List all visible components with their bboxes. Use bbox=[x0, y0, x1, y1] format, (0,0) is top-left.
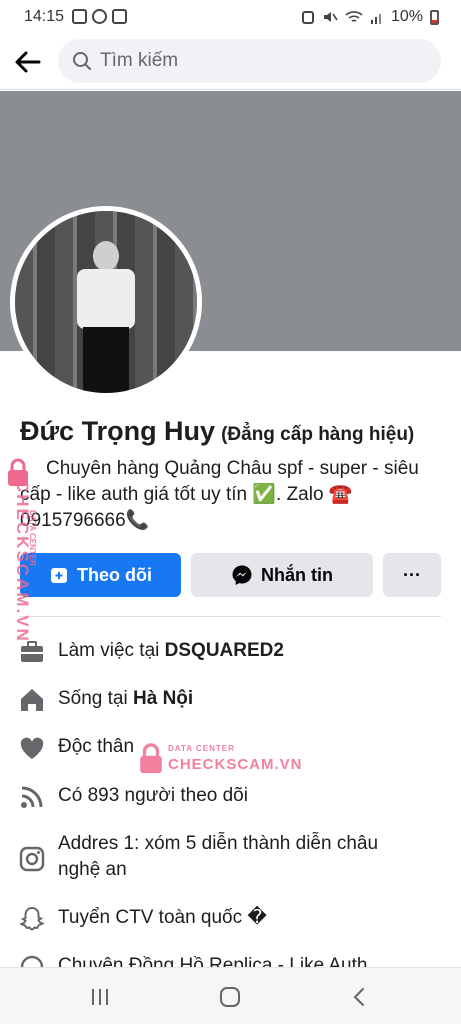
profile-name: Đức Trọng Huy (Đẳng cấp hàng hiệu) bbox=[20, 416, 414, 447]
follow-label: Theo dõi bbox=[77, 564, 152, 585]
home-button-icon[interactable] bbox=[218, 986, 242, 1008]
search-bar[interactable] bbox=[58, 39, 441, 83]
work-place[interactable]: DSQUARED2 bbox=[165, 640, 284, 661]
person-figure bbox=[71, 241, 141, 393]
search-input[interactable] bbox=[100, 39, 420, 83]
arrow-left-icon[interactable] bbox=[12, 46, 44, 78]
work-text: Làm việc tại DSQUARED2 bbox=[58, 640, 284, 661]
search-icon bbox=[73, 52, 91, 70]
recent-apps-icon[interactable] bbox=[88, 986, 112, 1008]
status-right: 10% bbox=[301, 8, 439, 26]
home-icon bbox=[21, 689, 43, 711]
profile-bio: Chuyên hàng Quảng Châu spf - super - siê… bbox=[20, 456, 440, 534]
lives-place[interactable]: Hà Nội bbox=[133, 688, 193, 709]
battery-text: 10% bbox=[390, 8, 423, 25]
instagram-icon bbox=[19, 846, 45, 872]
snapchat-text: Tuyển CTV toàn quốc � bbox=[58, 907, 267, 928]
watermark-center-main: CHECKSCAM.VN bbox=[168, 756, 303, 773]
bio-line-1: Chuyên hàng Quảng Châu spf - super - siê… bbox=[46, 458, 419, 479]
address-text: Addres 1: xóm 5 diễn thành diễn châu ngh… bbox=[58, 833, 379, 880]
wifi-icon bbox=[345, 11, 363, 22]
app-notification-icon bbox=[112, 9, 127, 24]
status-notification-icons bbox=[72, 9, 127, 24]
watermark-lock-icon bbox=[8, 458, 28, 486]
watermark-vertical: CHECKSCAM.VN DATA CENTER bbox=[4, 460, 37, 660]
bio-line-3: 0915796666📞 bbox=[20, 510, 150, 531]
alarm-icon bbox=[301, 11, 314, 24]
divider bbox=[20, 616, 441, 617]
watermark-center-top: DATA CENTER bbox=[168, 744, 235, 753]
top-bar bbox=[0, 34, 461, 90]
signal-icon bbox=[370, 14, 381, 24]
watermark-center-lock-icon bbox=[140, 743, 162, 774]
heart-icon bbox=[20, 737, 44, 759]
gallery-notification-icon bbox=[72, 9, 87, 24]
watermark-vertical-small: DATA CENTER bbox=[28, 510, 37, 566]
follow-plus-icon bbox=[51, 568, 67, 583]
followers-text[interactable]: Có 893 người theo dõi bbox=[58, 783, 438, 809]
messenger-icon bbox=[232, 565, 252, 585]
snapchat-icon bbox=[19, 906, 45, 931]
mute-icon bbox=[323, 12, 338, 22]
rss-icon bbox=[21, 786, 43, 808]
back-button-icon[interactable] bbox=[348, 986, 372, 1008]
profile-name-text: Đức Trọng Huy bbox=[20, 416, 216, 446]
profile-alternate-name: (Đẳng cấp hàng hiệu) bbox=[221, 424, 415, 445]
message-label: Nhắn tin bbox=[261, 564, 333, 585]
battery-icon bbox=[430, 9, 439, 25]
lives-text: Sống tại Hà Nội bbox=[58, 688, 194, 709]
profile-photo bbox=[15, 211, 197, 393]
status-bar: 14:15 10% bbox=[0, 0, 461, 34]
more-button[interactable]: ··· bbox=[383, 553, 441, 597]
follow-button[interactable]: Theo dõi bbox=[20, 553, 181, 597]
system-nav-bar bbox=[0, 967, 461, 1024]
bio-line-2: cấp - like auth giá tốt uy tín ✅. Zalo ☎… bbox=[20, 484, 353, 505]
profile-page: 14:15 10% Tìm kiếm Đức Trọng Huy (Đẳng c… bbox=[0, 0, 461, 1024]
profile-picture[interactable] bbox=[10, 206, 202, 398]
status-time: 14:15 bbox=[24, 8, 65, 25]
watermark-center: DATA CENTER CHECKSCAM.VN bbox=[138, 742, 318, 778]
more-label: ··· bbox=[403, 564, 421, 585]
messenger-notification-icon bbox=[92, 9, 107, 24]
message-button[interactable]: Nhắn tin bbox=[191, 553, 373, 597]
